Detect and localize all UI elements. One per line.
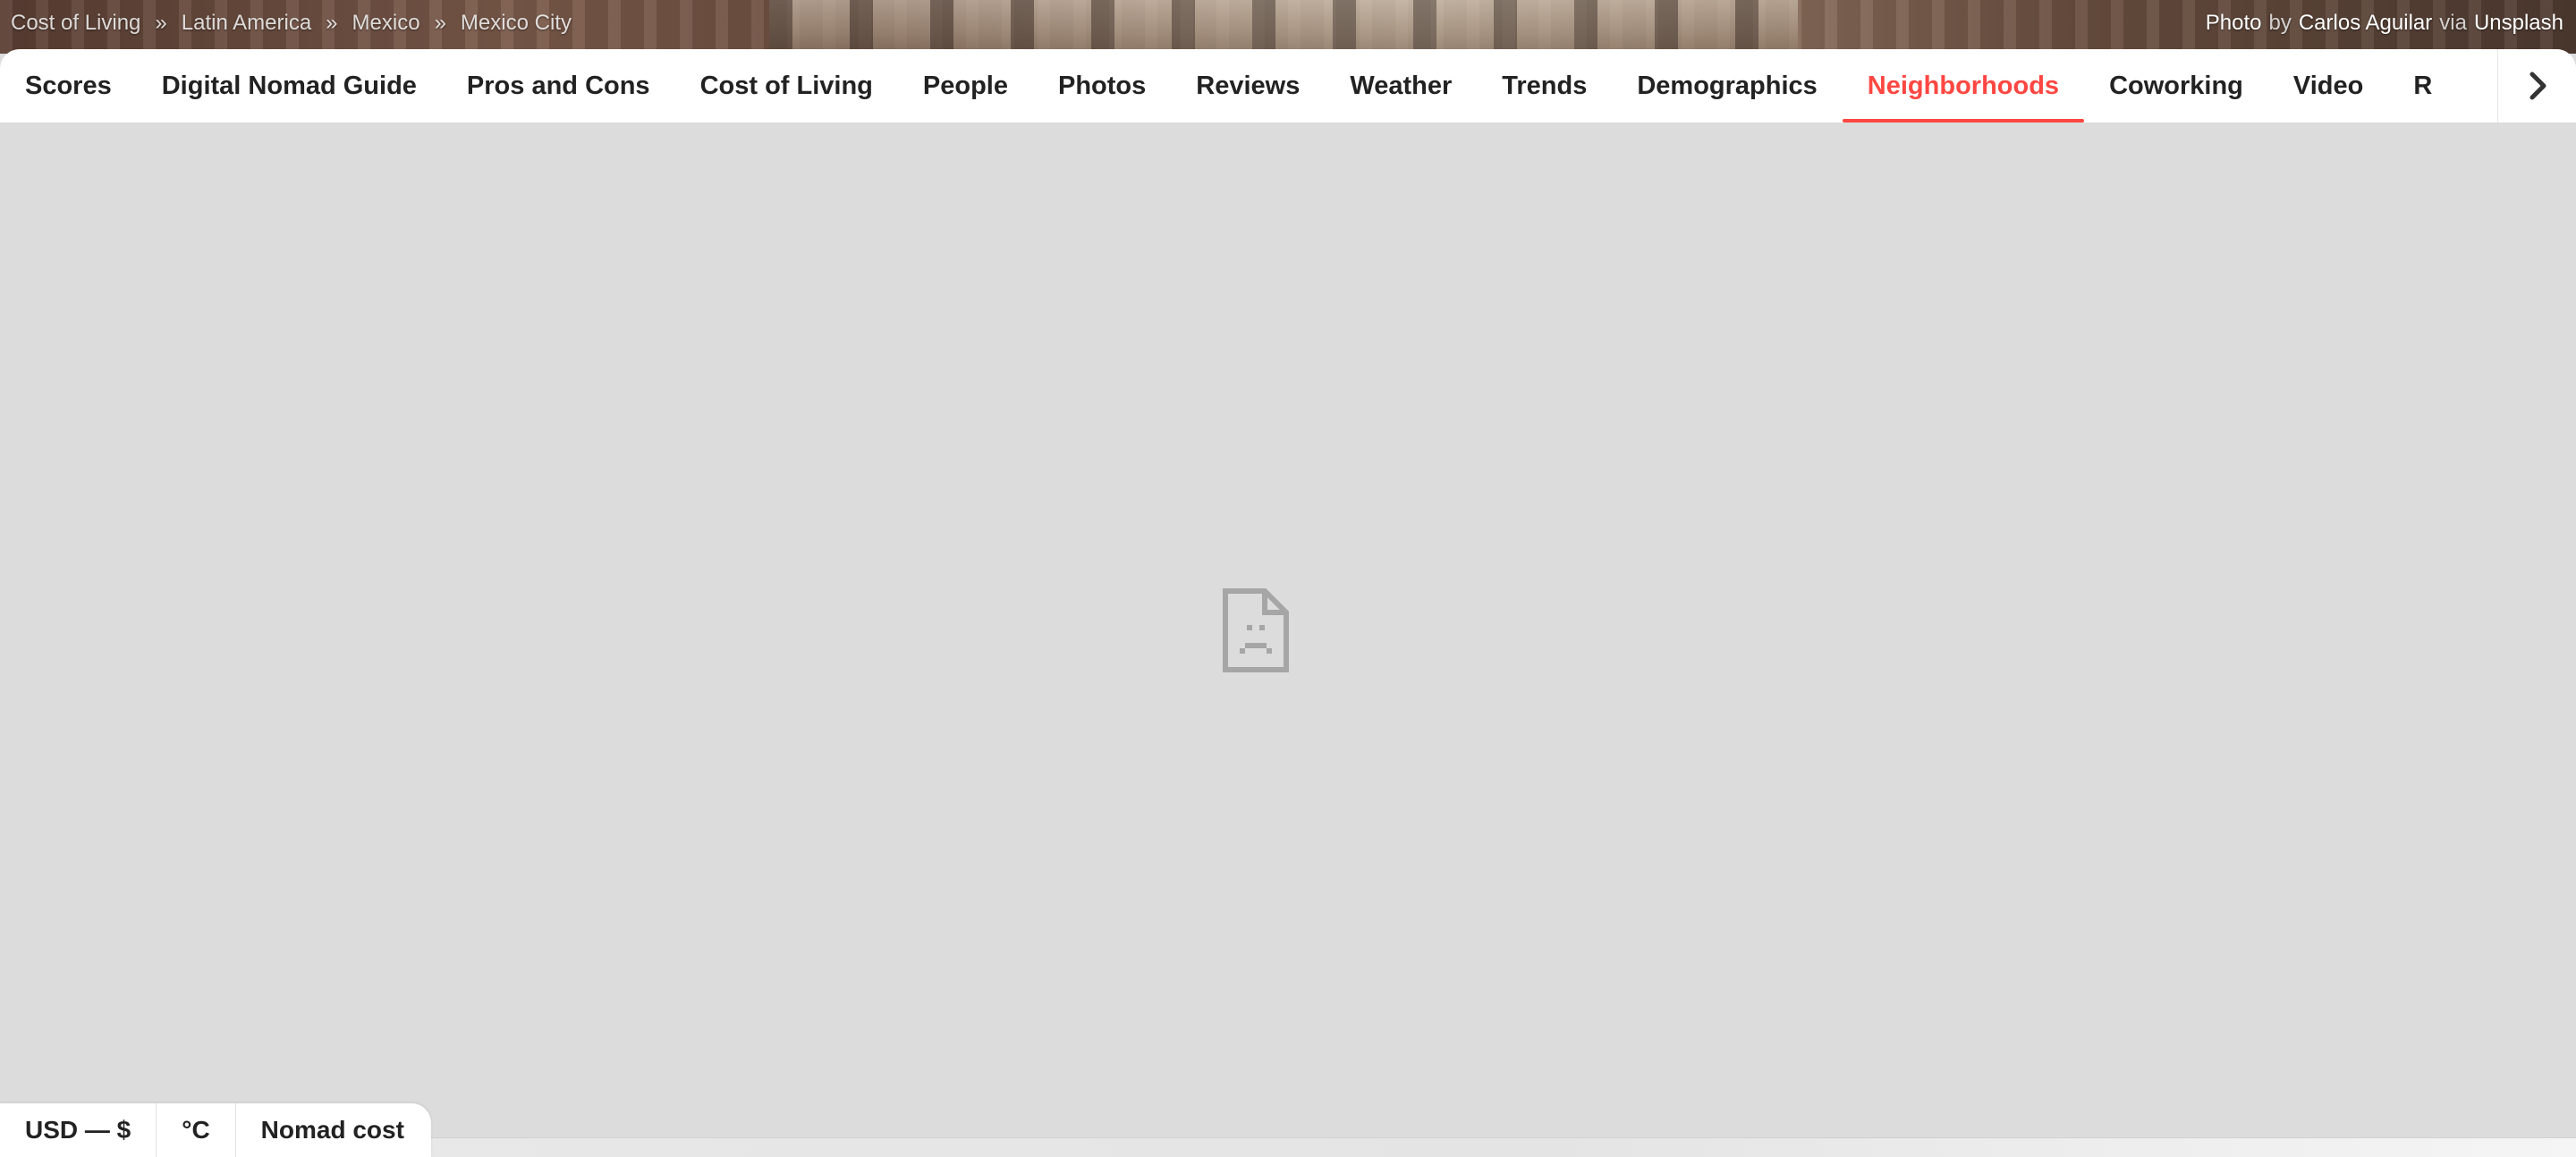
breadcrumb-item-latin-america[interactable]: Latin America bbox=[182, 11, 311, 36]
tab-label: Demographics bbox=[1637, 71, 1818, 100]
tab-photos[interactable]: Photos bbox=[1033, 49, 1171, 122]
currency-selector[interactable]: USD — $ bbox=[0, 1103, 157, 1157]
tab-label: Video bbox=[2292, 71, 2364, 100]
settings-bar: USD — $ °C Nomad cost bbox=[0, 1103, 431, 1157]
tab-label: Cost of Living bbox=[699, 71, 873, 100]
currency-label: USD — $ bbox=[25, 1116, 131, 1144]
tab-label: Trends bbox=[1502, 71, 1588, 100]
broken-file-icon bbox=[1223, 588, 1289, 672]
tab-label: Coworking bbox=[2109, 71, 2243, 100]
chevron-right-icon bbox=[2529, 72, 2546, 100]
breadcrumb-item-cost-of-living[interactable]: Cost of Living bbox=[11, 11, 140, 36]
tab-reviews[interactable]: Reviews bbox=[1171, 49, 1325, 122]
tab-trends[interactable]: Trends bbox=[1477, 49, 1612, 122]
breadcrumb-item-mexico[interactable]: Mexico bbox=[352, 11, 420, 36]
photo-credit-source-link[interactable]: Unsplash bbox=[2474, 11, 2563, 36]
tab-scores[interactable]: Scores bbox=[0, 49, 137, 122]
photo-credit-author-link[interactable]: Carlos Aguilar bbox=[2299, 11, 2432, 36]
tab-cost-of-living[interactable]: Cost of Living bbox=[675, 49, 898, 122]
tab-label: Reviews bbox=[1196, 71, 1301, 100]
tab-pros-and-cons[interactable]: Pros and Cons bbox=[442, 49, 675, 122]
section-tabs: Scores Digital Nomad Guide Pros and Cons… bbox=[0, 49, 2457, 122]
tab-label: Digital Nomad Guide bbox=[161, 71, 417, 100]
tab-people[interactable]: People bbox=[898, 49, 1033, 122]
page: Cost of Living » Latin America » Mexico … bbox=[0, 0, 2576, 1157]
hero-photo-facade bbox=[769, 0, 1798, 54]
photo-credit: Photo by Carlos Aguilar via Unsplash bbox=[2206, 9, 2563, 38]
photo-credit-prefix: Photo bbox=[2205, 11, 2262, 35]
breadcrumb-separator: » bbox=[434, 11, 446, 35]
photo-credit-by: by bbox=[2268, 11, 2292, 35]
tab-label: Weather bbox=[1350, 71, 1453, 100]
tabs-scroll-right-button[interactable] bbox=[2497, 49, 2576, 122]
breadcrumb-separator: » bbox=[326, 11, 338, 35]
breadcrumb-separator: » bbox=[155, 11, 167, 35]
tab-coworking[interactable]: Coworking bbox=[2084, 49, 2268, 122]
cost-mode-label: Nomad cost bbox=[260, 1116, 404, 1144]
temperature-unit-toggle[interactable]: °C bbox=[157, 1103, 236, 1157]
tab-demographics[interactable]: Demographics bbox=[1612, 49, 1842, 122]
tab-label: Scores bbox=[25, 71, 112, 100]
tab-partial-r[interactable]: R bbox=[2388, 49, 2457, 122]
tab-neighborhoods[interactable]: Neighborhoods bbox=[1842, 49, 2085, 122]
neighborhoods-map-frame bbox=[0, 122, 2576, 1142]
tab-label: Pros and Cons bbox=[466, 71, 650, 100]
tab-weather[interactable]: Weather bbox=[1325, 49, 1477, 122]
breadcrumb-item-mexico-city[interactable]: Mexico City bbox=[461, 11, 572, 36]
tab-digital-nomad-guide[interactable]: Digital Nomad Guide bbox=[137, 49, 442, 122]
tab-label: R bbox=[2413, 71, 2433, 100]
tab-label: Photos bbox=[1058, 71, 1147, 100]
photo-credit-via: via bbox=[2439, 11, 2467, 35]
tab-video[interactable]: Video bbox=[2268, 49, 2388, 122]
tab-label: Neighborhoods bbox=[1867, 71, 2060, 100]
hero-photo: Cost of Living » Latin America » Mexico … bbox=[0, 0, 2576, 54]
section-tab-bar: Scores Digital Nomad Guide Pros and Cons… bbox=[0, 49, 2576, 122]
cost-mode-selector[interactable]: Nomad cost bbox=[236, 1103, 431, 1157]
temperature-label: °C bbox=[182, 1116, 210, 1144]
breadcrumb: Cost of Living » Latin America » Mexico … bbox=[11, 9, 572, 38]
tab-label: People bbox=[922, 71, 1008, 100]
